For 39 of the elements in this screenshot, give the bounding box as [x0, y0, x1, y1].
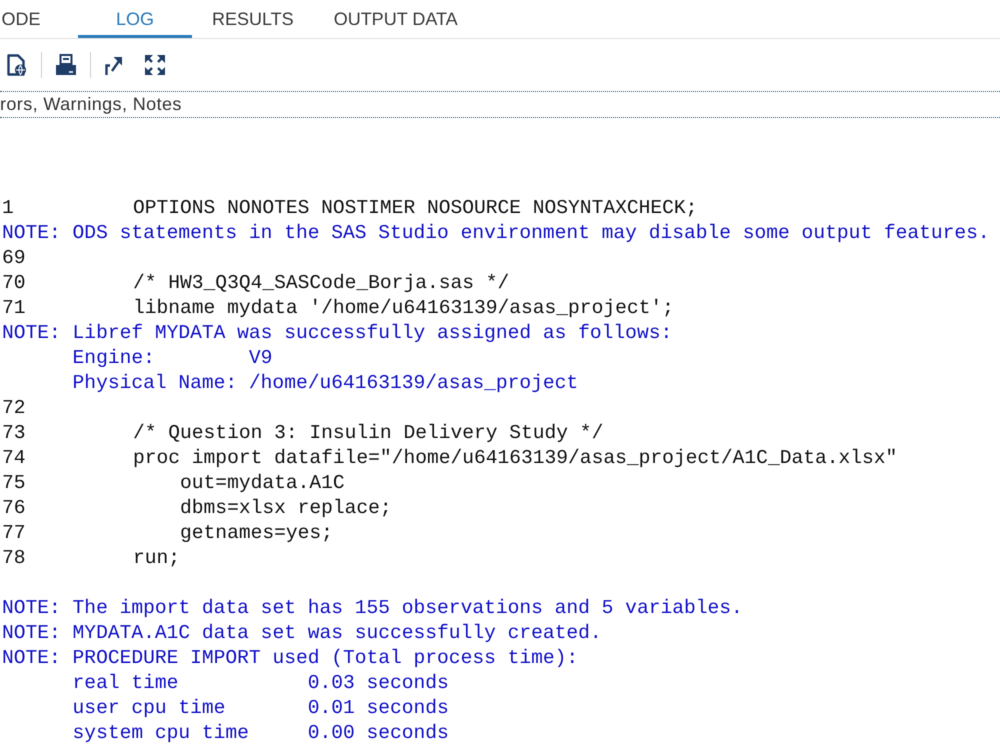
line-number: 71: [2, 296, 26, 321]
line-number: 72: [2, 396, 26, 421]
code-line: dbms=xlsx replace;: [180, 496, 392, 521]
line-number: 75: [2, 471, 26, 496]
tab[interactable]: ODE: [0, 0, 78, 38]
code-line: out=mydata.A1C: [180, 471, 345, 496]
note-line: NOTE: Libref MYDATA was successfully assigned as follows:: [2, 321, 672, 346]
code-line: proc import datafile="/home/u64163139/asas_project/A1C_Data.xlsx": [133, 446, 898, 471]
note-line: system cpu time 0.00 seconds: [72, 721, 449, 746]
arrow-up-right-icon[interactable]: [105, 56, 122, 74]
line-number: 76: [2, 496, 26, 521]
tab[interactable]: RESULTS: [192, 0, 314, 38]
note-line: real time 0.03 seconds: [72, 671, 449, 696]
line-number: 1: [2, 196, 14, 221]
code-line: libname mydata '/home/u64163139/asas_project';: [133, 296, 674, 321]
fullscreen-icon[interactable]: [145, 55, 165, 75]
note-line: NOTE: PROCEDURE IMPORT used (Total process time):: [2, 646, 578, 671]
line-number: 73: [2, 421, 26, 446]
line-number: 69: [2, 246, 26, 271]
code-line: run;: [133, 546, 180, 571]
note-line: Physical Name: /home/u64163139/asas_project: [72, 371, 578, 396]
tab[interactable]: OUTPUT DATA: [314, 0, 478, 38]
section-header[interactable]: rors, Warnings, Notes: [0, 94, 182, 115]
code-line: /* HW3_Q3Q4_SASCode_Borja.sas */: [133, 271, 510, 296]
printer-icon[interactable]: [56, 54, 76, 76]
note-line: NOTE: ODS statements in the SAS Studio environment may disable some output features.: [2, 221, 990, 246]
line-number: 78: [2, 546, 26, 571]
line-number: 77: [2, 521, 26, 546]
code-line: OPTIONS NONOTES NOSTIMER NOSOURCE NOSYNTAXCHECK;: [133, 196, 698, 221]
line-number: 70: [2, 271, 26, 296]
code-line: /* Question 3: Insulin Delivery Study */: [133, 421, 604, 446]
note-line: user cpu time 0.01 seconds: [72, 696, 449, 721]
code-line: getnames=yes;: [180, 521, 333, 546]
note-line: Engine: V9: [72, 346, 272, 371]
note-line: NOTE: The import data set has 155 observations and 5 variables.: [2, 596, 743, 621]
tab[interactable]: LOG: [78, 0, 192, 38]
note-line: NOTE: MYDATA.A1C data set was successfully created.: [2, 621, 602, 646]
document-globe-icon[interactable]: [7, 54, 27, 76]
line-number: 74: [2, 446, 26, 471]
